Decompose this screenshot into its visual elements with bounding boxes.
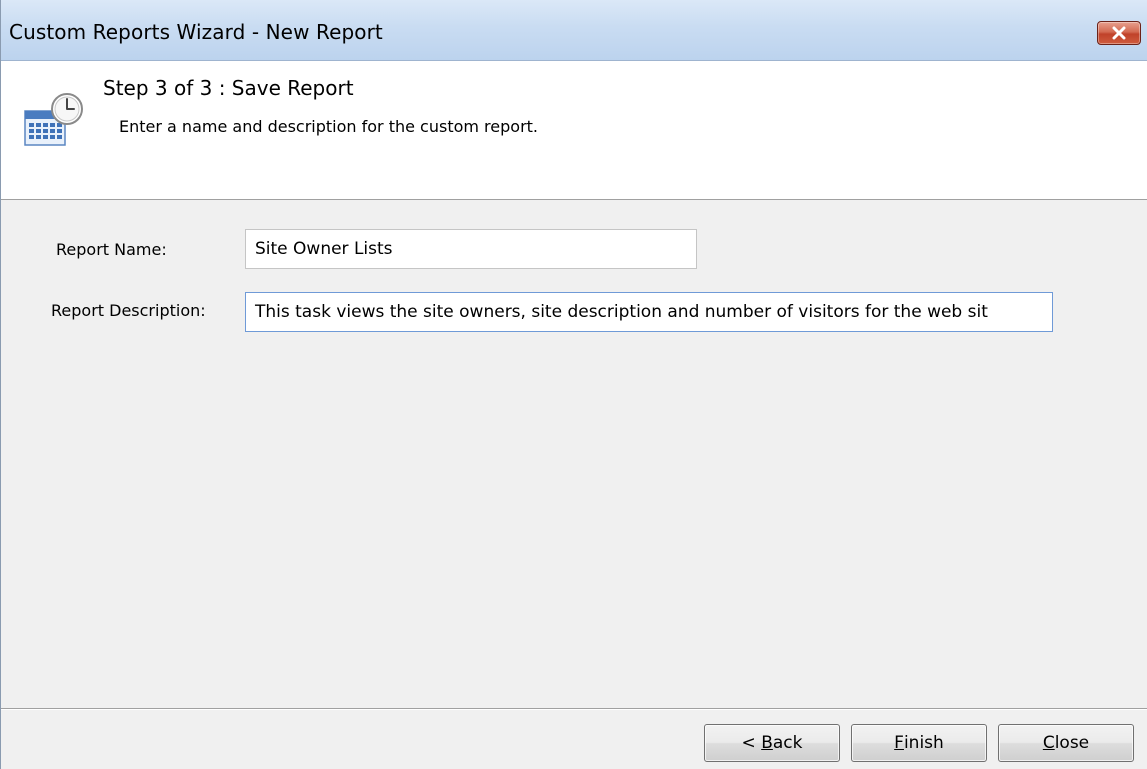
calendar-clock-icon: [24, 93, 83, 146]
report-name-input[interactable]: Site Owner Lists: [245, 229, 697, 269]
wizard-header: Step 3 of 3 : Save Report Enter a name a…: [1, 61, 1147, 200]
finish-button[interactable]: Finish: [851, 724, 987, 762]
close-icon: [1112, 26, 1126, 40]
report-name-label: Report Name:: [56, 240, 167, 259]
close-button-mnemonic: C: [1042, 733, 1055, 753]
back-button[interactable]: < Back: [704, 724, 840, 762]
finish-button-rest: inish: [903, 733, 944, 753]
window-close-button[interactable]: [1097, 21, 1141, 45]
footer-separator: [1, 708, 1147, 710]
wizard-window: Custom Reports Wizard - New Report Step …: [0, 0, 1147, 769]
finish-button-mnemonic: F: [894, 733, 904, 753]
report-description-label: Report Description:: [51, 301, 206, 320]
step-title: Step 3 of 3 : Save Report: [103, 76, 354, 100]
close-button-rest: lose: [1054, 733, 1090, 753]
close-button[interactable]: Close: [998, 724, 1134, 762]
back-button-rest: ack: [772, 733, 803, 753]
title-bar[interactable]: Custom Reports Wizard - New Report: [1, 0, 1147, 61]
step-description: Enter a name and description for the cus…: [119, 117, 539, 136]
report-description-input[interactable]: This task views the site owners, site de…: [245, 292, 1053, 332]
window-title: Custom Reports Wizard - New Report: [9, 20, 383, 44]
back-button-prefix: <: [741, 733, 762, 753]
back-button-mnemonic: B: [761, 733, 773, 753]
